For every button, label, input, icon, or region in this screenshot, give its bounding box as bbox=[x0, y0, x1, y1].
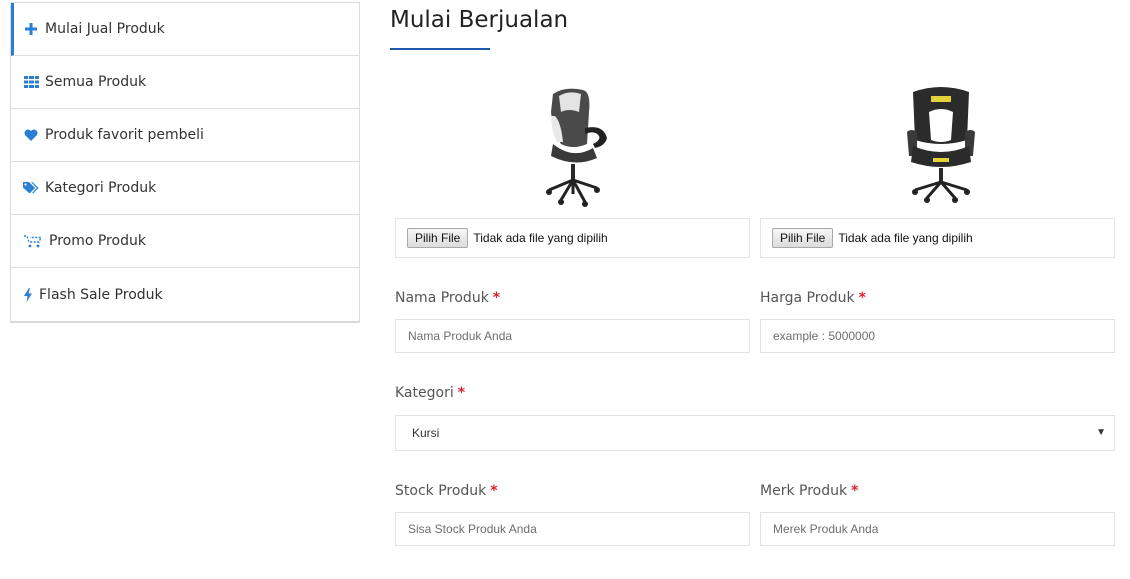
sidebar-item-label: Promo Produk bbox=[49, 233, 146, 249]
sidebar-item-promo-produk[interactable]: Promo Produk bbox=[11, 215, 359, 268]
choose-file-button-1[interactable]: Pilih File bbox=[407, 228, 469, 248]
file-upload-2: Pilih File Tidak ada file yang dipilih bbox=[760, 218, 1115, 258]
kategori-selected-value: Kursi bbox=[412, 426, 440, 440]
kategori-select[interactable]: Kursi ▼ bbox=[395, 415, 1115, 451]
nama-produk-label: Nama Produk * bbox=[395, 290, 501, 306]
sidebar-item-label: Semua Produk bbox=[45, 74, 147, 90]
sidebar-item-kategori-produk[interactable]: Kategori Produk bbox=[11, 162, 359, 215]
required-marker: * bbox=[851, 483, 859, 499]
title-underline bbox=[390, 48, 490, 50]
chevron-down-icon: ▼ bbox=[1096, 427, 1106, 438]
harga-produk-input[interactable] bbox=[760, 319, 1115, 353]
stock-produk-label: Stock Produk * bbox=[395, 483, 498, 499]
heart-icon bbox=[23, 127, 39, 143]
page-title: Mulai Berjualan bbox=[390, 7, 569, 33]
sidebar-item-semua-produk[interactable]: Semua Produk bbox=[11, 56, 359, 109]
kategori-label: Kategori * bbox=[395, 385, 466, 401]
plus-icon bbox=[23, 21, 39, 37]
sidebar-item-flash-sale-produk[interactable]: Flash Sale Produk bbox=[11, 268, 359, 321]
bolt-icon bbox=[23, 287, 33, 303]
file-status-text-1: Tidak ada file yang dipilih bbox=[473, 231, 608, 245]
choose-file-button-2[interactable]: Pilih File bbox=[772, 228, 834, 248]
required-marker: * bbox=[858, 290, 866, 306]
file-status-text-2: Tidak ada file yang dipilih bbox=[838, 231, 973, 245]
sidebar-item-label: Produk favorit pembeli bbox=[45, 127, 204, 143]
sidebar-item-label: Flash Sale Produk bbox=[39, 286, 163, 303]
sidebar-item-produk-favorit[interactable]: Produk favorit pembeli bbox=[11, 109, 359, 162]
required-marker: * bbox=[457, 385, 466, 401]
required-marker: * bbox=[492, 290, 501, 306]
product-image-chair-2 bbox=[907, 87, 975, 203]
merk-produk-input[interactable] bbox=[760, 512, 1115, 546]
required-marker: * bbox=[490, 483, 498, 499]
cart-icon bbox=[23, 233, 43, 249]
harga-produk-label: Harga Produk * bbox=[760, 290, 866, 306]
nama-produk-input[interactable] bbox=[395, 319, 750, 353]
product-image-chair-1 bbox=[546, 88, 607, 207]
sidebar-item-mulai-jual-produk[interactable]: Mulai Jual Produk bbox=[11, 3, 359, 56]
sidebar-item-label: Mulai Jual Produk bbox=[45, 21, 165, 37]
main-content: Mulai Berjualan Pilih File Tidak ada fil… bbox=[390, 0, 1120, 546]
sidebar-menu: Mulai Jual Produk Semua Produk Produk fa… bbox=[10, 2, 360, 323]
merk-produk-label: Merk Produk * bbox=[760, 483, 859, 499]
file-upload-1: Pilih File Tidak ada file yang dipilih bbox=[395, 218, 750, 258]
tags-icon bbox=[23, 180, 39, 196]
product-images bbox=[395, 82, 1115, 212]
grid-icon bbox=[23, 74, 39, 90]
stock-produk-input[interactable] bbox=[395, 512, 750, 546]
sidebar-item-label: Kategori Produk bbox=[45, 180, 157, 196]
